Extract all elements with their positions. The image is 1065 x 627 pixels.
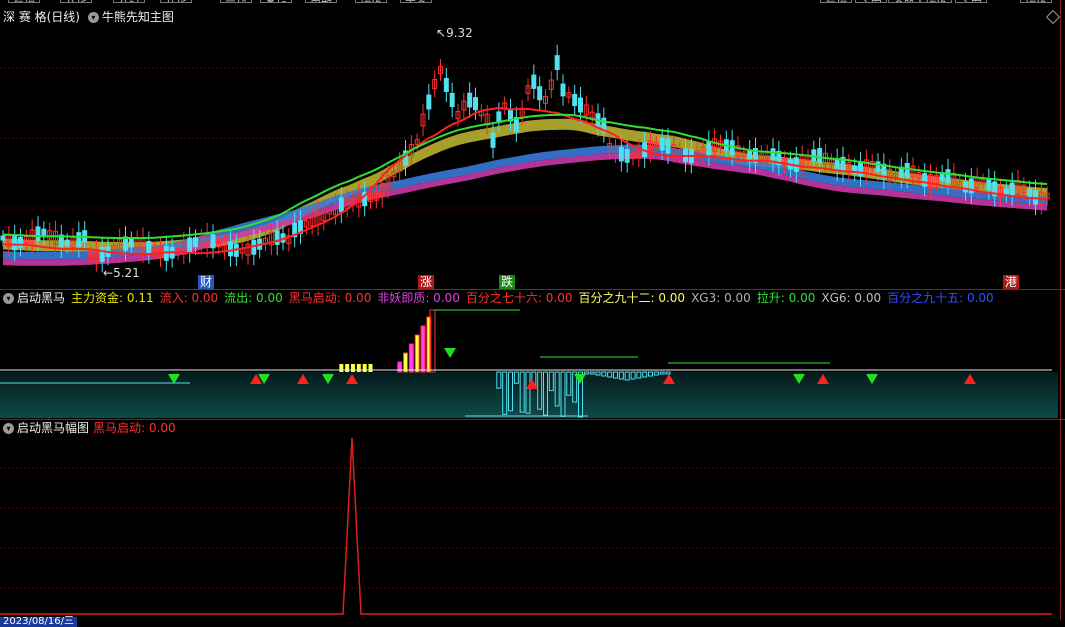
candle-body	[76, 232, 82, 248]
candle-body	[64, 239, 70, 247]
candle-body	[274, 230, 280, 245]
candle-body	[1027, 188, 1033, 198]
candle-body	[128, 238, 134, 247]
panel3-header: ▾ 启动黑马幅图 黑马启动: 0.00	[3, 421, 176, 435]
panel2-menu-icon[interactable]: ▾	[3, 293, 14, 304]
candle-body	[146, 241, 152, 255]
candle-body	[624, 149, 630, 163]
candle-body	[537, 86, 543, 101]
panel2-value-7: XG3: 0.00	[691, 291, 751, 305]
p2-bar-small	[351, 364, 355, 372]
panel2-value-3: 黑马启动: 0.00	[288, 291, 372, 305]
panel2-bg	[0, 372, 1058, 418]
candle-body	[18, 236, 23, 248]
p2-bar-pos	[420, 325, 426, 373]
candle-body	[12, 235, 18, 251]
p3-spike-line	[0, 437, 1052, 615]
panel3-value: 0.00	[148, 421, 176, 435]
p2-bar-pos	[414, 334, 420, 373]
panel3-title[interactable]: 启动黑马幅图	[17, 421, 89, 435]
candle-body	[572, 93, 578, 107]
panel3-value-label: 黑马启动:	[93, 421, 146, 435]
panel2-value-5: 百分之七十六: 0.00	[465, 291, 573, 305]
panel2-value-2: 流出: 0.00	[224, 291, 283, 305]
candle-body	[0, 235, 6, 241]
p2-bar-pos	[408, 343, 414, 373]
p2-bar-small	[362, 364, 367, 372]
tag-zhang[interactable]: 涨	[418, 275, 434, 289]
candle-body	[706, 140, 712, 156]
candle-body	[228, 241, 233, 257]
candle-body	[473, 97, 478, 111]
candle-body	[817, 148, 823, 164]
candle-body	[490, 132, 496, 148]
p2-bar-small	[345, 364, 350, 372]
p2-bar-pos	[403, 352, 408, 373]
candle-body	[963, 181, 968, 193]
tag-cai[interactable]: 财	[198, 275, 214, 289]
kline-chart	[0, 0, 1065, 620]
panel2-value-4: 非妖即质: 0.00	[377, 291, 460, 305]
p2-bar-small	[339, 364, 344, 372]
panel3-menu-icon[interactable]: ▾	[3, 423, 14, 434]
candle-body	[665, 138, 671, 154]
candle-body	[618, 146, 624, 162]
signal-down-triangle	[444, 348, 456, 358]
candle-body	[858, 162, 863, 177]
panel2-title[interactable]: 启动黑马	[17, 291, 65, 305]
candle-body	[187, 237, 193, 253]
panel2-value-6: 百分之九十二: 0.00	[578, 291, 686, 305]
candle-body	[560, 83, 566, 97]
candle-body	[1009, 182, 1015, 197]
panel2-value-8: 拉升: 0.00	[756, 291, 816, 305]
candle-body	[531, 74, 537, 89]
tag-die[interactable]: 跌	[499, 275, 515, 289]
candle-body	[210, 234, 216, 249]
tag-gang[interactable]: 港	[1003, 275, 1019, 289]
candle-body	[770, 148, 776, 163]
candle-body	[659, 137, 665, 151]
candle-body	[193, 237, 198, 248]
candle-body	[922, 173, 928, 187]
candle-body	[554, 55, 560, 70]
candle-body	[338, 197, 344, 213]
bottom-date-label: 2023/08/16/三	[0, 617, 78, 627]
candle-body	[35, 226, 41, 241]
panel2-value-0: 主力资金: 0.11	[71, 291, 154, 305]
candle-body	[99, 246, 105, 262]
candle-body	[578, 97, 583, 113]
p2-bar-small	[356, 364, 361, 372]
low-price-label: ←5.21	[103, 266, 140, 280]
p2-bar-small	[368, 364, 373, 372]
candle-body	[904, 163, 910, 178]
candle-body	[443, 77, 449, 93]
panel2-value-10: 百分之九十五: 0.00	[887, 291, 994, 305]
candle-body	[945, 169, 951, 184]
candle-body	[426, 94, 432, 110]
candle-body	[986, 177, 992, 191]
candle-body	[449, 92, 455, 108]
panel2-header: ▾ 启动黑马 主力资金: 0.11 流入: 0.00 流出: 0.00 黑马启动: 0.0…	[3, 291, 1000, 305]
candle-body	[834, 158, 840, 172]
high-price-label: ↖9.32	[436, 26, 473, 40]
panel2-value-9: XG6: 0.00	[821, 291, 882, 305]
panel2-value-1: 流入: 0.00	[159, 291, 219, 305]
candle-body	[467, 92, 473, 108]
